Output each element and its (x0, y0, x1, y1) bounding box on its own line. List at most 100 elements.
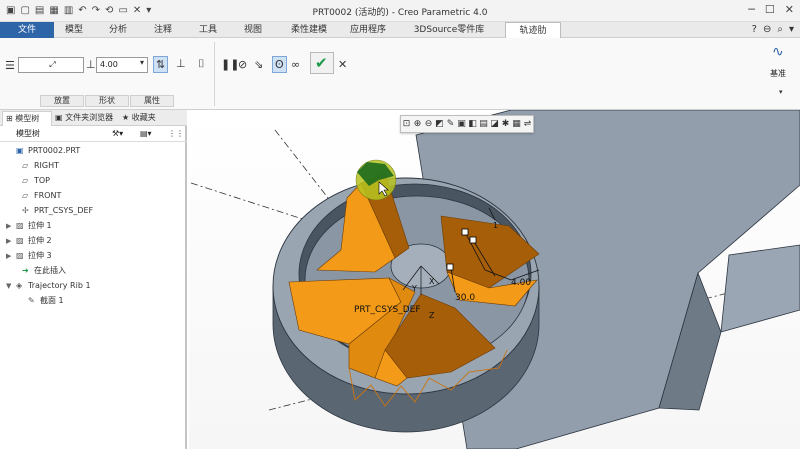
preview-icon[interactable]: ⇘ (254, 58, 263, 71)
pause-icon[interactable]: ❚❚ (221, 58, 239, 71)
datum-plane-icon: ▱ (22, 161, 29, 170)
cancel-icon[interactable]: ✕ (338, 58, 347, 71)
ribbon-tabs: 文件 模型 分析 注释 工具 视图 柔性建模 应用程序 3DSource零件库 … (0, 22, 800, 38)
model-canvas[interactable]: 4.00 30.0 1 PRT_CSYS_DEF Y X Z (189, 110, 800, 449)
display-style-icon[interactable]: ◧ (467, 116, 478, 132)
ok-button[interactable]: ✔ (310, 52, 334, 74)
view-manager-icon[interactable]: ▤ (478, 116, 489, 132)
part-icon: ▣ (16, 146, 24, 155)
tab-tools[interactable]: 工具 (190, 22, 226, 38)
tree-filter-icon[interactable]: ⋮⋮ (168, 126, 184, 142)
extrude-icon: ▨ (16, 236, 24, 245)
tab-model[interactable]: 模型 (54, 22, 94, 38)
datum-plane-icon: ▱ (22, 176, 29, 185)
dimension-handle (461, 228, 469, 236)
tree-item-label: RIGHT (34, 161, 60, 170)
tree-item[interactable]: ▱ FRONT (12, 189, 61, 203)
tab-3dsource[interactable]: 3DSource零件库 (400, 22, 498, 38)
annotation-display-icon[interactable]: ▦ (511, 116, 522, 132)
add-round-icon[interactable]: ⌷ (198, 57, 205, 71)
graphics-viewport[interactable]: 4.00 30.0 1 PRT_CSYS_DEF Y X Z (189, 110, 800, 449)
tree-item-label: TOP (34, 176, 51, 185)
expand-arrow-icon[interactable]: ▶ (6, 219, 16, 233)
tree-item-label: Trajectory Rib 1 (28, 281, 91, 290)
tree-item[interactable]: ➜ 在此插入 (12, 264, 66, 278)
datum-label[interactable]: 基准 (770, 68, 786, 79)
tree-item[interactable]: ▶ ▨ 拉伸 2 (6, 234, 52, 248)
tree-item[interactable]: ▶ ▨ 拉伸 3 (6, 249, 52, 263)
expand-arrow-icon[interactable]: ▶ (6, 249, 16, 263)
close-icon[interactable]: ✕ (785, 3, 794, 16)
tree-item-label: 在此插入 (34, 266, 66, 275)
tab-trajectory-rib[interactable]: 轨迹肋 (505, 22, 561, 38)
saved-orientations-icon[interactable]: ▣ (456, 116, 467, 132)
tree-item[interactable]: ▣ PRT0002.PRT (6, 144, 80, 158)
tree-item-label: 拉伸 2 (28, 236, 52, 245)
tree-show-icon[interactable]: ▤▾ (140, 126, 152, 142)
tree-item[interactable]: ✢ PRT_CSYS_DEF (12, 204, 93, 218)
title-bar: ▣ ▢ ▤ ▦ ▥ ↶ ↷ ⟲ ▭ ✕ ▾ PRT0002 (活动的) - Cr… (0, 0, 800, 22)
add-draft-icon[interactable]: ⊥ (176, 57, 186, 70)
ribbon-divider (214, 42, 215, 106)
expand-arrow-icon[interactable]: ▼ (6, 279, 16, 293)
tab-favorites[interactable]: ★ 收藏夹 (119, 111, 169, 126)
tab-view[interactable]: 视图 (235, 22, 271, 38)
options-icon[interactable]: ⊖ (763, 24, 771, 35)
tree-item[interactable]: ▼ ◈ Trajectory Rib 1 (6, 279, 91, 293)
tree-item-label: PRT_CSYS_DEF (34, 206, 94, 215)
no-preview-icon[interactable]: ⊘ (238, 58, 247, 71)
dimension-handle (446, 263, 454, 271)
minimize-icon[interactable]: ─ (748, 3, 755, 16)
maximize-icon[interactable]: ☐ (765, 3, 775, 16)
help-icon[interactable]: ? (752, 24, 757, 35)
thickness-dropdown-icon[interactable]: ▾ (140, 58, 144, 67)
datum-dropdown-icon[interactable]: ▾ (779, 88, 783, 96)
tree-item-label: FRONT (34, 191, 62, 200)
datum-plane-icon: ▱ (22, 191, 29, 200)
tree-item[interactable]: ▱ RIGHT (12, 159, 59, 173)
tree-item[interactable]: ▶ ▨ 拉伸 1 (6, 219, 52, 233)
graphics-toolbar: ⊡ ⊕ ⊖ ◩ ✎ ▣ ◧ ▤ ◪ ✱ ▦ ⇌ (400, 115, 534, 133)
spin-center-icon[interactable]: ⇌ (522, 116, 533, 132)
tree-item-label: PRT0002.PRT (28, 146, 81, 155)
thickness-icon: ⊥ (86, 58, 96, 71)
zoom-out-icon[interactable]: ⊖ (423, 116, 434, 132)
group-shape[interactable]: 形状 (85, 95, 129, 107)
refit-icon[interactable]: ⊡ (401, 116, 412, 132)
sketch-icon: ✎ (28, 296, 35, 305)
repaint-icon[interactable]: ◩ (434, 116, 445, 132)
search-icon[interactable]: ⌕ (777, 24, 783, 35)
tab-model-tree[interactable]: ⊞ 模型树 (2, 111, 52, 126)
tree-item[interactable]: ✎ 截面 1 (18, 294, 64, 308)
perspective-icon[interactable]: ◪ (489, 116, 500, 132)
datum-display-icon[interactable]: ✱ (500, 116, 511, 132)
reorient-icon[interactable]: ✎ (445, 116, 456, 132)
base-slot-face (720, 244, 800, 333)
tree-item-label: 截面 1 (40, 296, 64, 305)
tree-item[interactable]: ▱ TOP (12, 174, 50, 188)
csys-label: PRT_CSYS_DEF (354, 305, 421, 315)
expand-arrow-icon[interactable]: ▶ (6, 234, 16, 248)
tree-settings-icon[interactable]: ⚒▾ (112, 126, 123, 142)
group-placement[interactable]: 放置 (40, 95, 84, 107)
checkmark-icon: ✔ (315, 54, 328, 72)
rib-type-icon[interactable]: ☰ (5, 59, 15, 72)
tab-analysis[interactable]: 分析 (100, 22, 136, 38)
tab-annotate[interactable]: 注释 (145, 22, 181, 38)
flip-thickness-icon[interactable]: ⇅ (153, 56, 169, 73)
ribbon-dropdown-icon[interactable]: ▾ (789, 24, 794, 35)
tree-title: 模型树 (16, 129, 40, 138)
zoom-in-icon[interactable]: ⊕ (412, 116, 423, 132)
tab-folder-browser[interactable]: ▣ 文件夹浏览器 (52, 111, 119, 126)
tab-flexible-modeling[interactable]: 柔性建模 (280, 22, 338, 38)
glasses-preview-icon[interactable]: ∞ (291, 58, 300, 71)
rib-side-selector[interactable]: ⤢ (18, 57, 84, 73)
dimension-draft-label: 30.0 (455, 293, 475, 303)
tree-item-label: 拉伸 3 (28, 251, 52, 260)
tab-applications[interactable]: 应用程序 (342, 22, 394, 38)
group-properties[interactable]: 属性 (130, 95, 174, 107)
tab-file[interactable]: 文件 (0, 22, 54, 38)
axis-y-label: Y (411, 284, 417, 293)
verify-icon[interactable]: ʘ (272, 56, 287, 73)
datum-icon[interactable]: ∿ (772, 44, 784, 60)
